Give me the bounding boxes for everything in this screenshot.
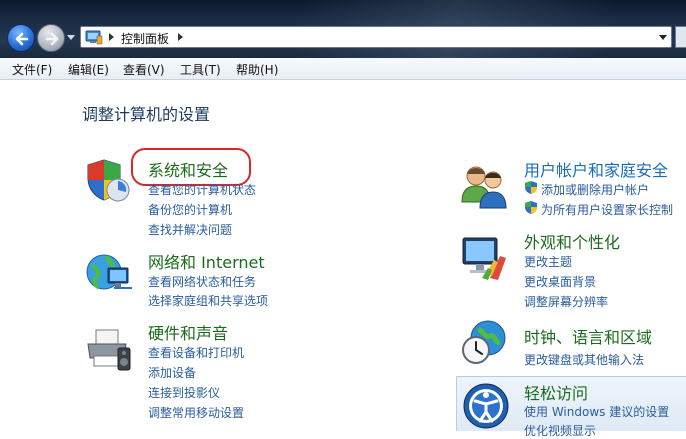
page-title: 调整计算机的设置 <box>82 105 211 124</box>
link-add-device[interactable]: 添加设备 <box>148 364 196 381</box>
category-user-accounts[interactable]: 用户帐户和家庭安全 <box>524 157 668 181</box>
link-windows-suggested-settings[interactable]: 使用 Windows 建议的设置 <box>524 403 669 420</box>
control-panel-content: 调整计算机的设置 系统和安全 查看您的计算机状态 备份您的计算机 查找并解决问题… <box>0 80 686 438</box>
link-parental-controls[interactable]: 为所有用户设置家长控制 <box>541 201 673 218</box>
link-mobility-settings[interactable]: 调整常用移动设置 <box>148 404 244 421</box>
link-homegroup-sharing[interactable]: 选择家庭组和共享选项 <box>148 292 268 309</box>
printer-speaker-icon[interactable] <box>84 326 132 374</box>
uac-shield-icon <box>525 201 537 214</box>
link-screen-resolution[interactable]: 调整屏幕分辨率 <box>524 293 608 310</box>
link-view-computer-status[interactable]: 查看您的计算机状态 <box>148 181 256 198</box>
link-network-status[interactable]: 查看网络状态和任务 <box>148 273 256 290</box>
forward-button[interactable] <box>37 24 65 52</box>
breadcrumb-separator-icon[interactable] <box>109 33 114 41</box>
breadcrumb-chevron-icon[interactable] <box>178 33 183 41</box>
users-icon[interactable] <box>460 162 508 210</box>
address-bar[interactable]: 控制面板 <box>80 26 672 48</box>
arrow-right-icon <box>45 32 59 46</box>
refresh-button[interactable] <box>675 26 686 48</box>
link-add-remove-accounts[interactable]: 添加或删除用户帐户 <box>541 181 649 198</box>
network-globe-icon[interactable] <box>84 250 132 298</box>
link-change-theme[interactable]: 更改主题 <box>524 253 572 270</box>
address-dropdown-icon[interactable] <box>659 35 667 40</box>
ease-of-access-icon[interactable] <box>462 382 510 430</box>
category-clock-language-region[interactable]: 时钟、语言和区域 <box>524 324 652 348</box>
uac-shield-icon <box>525 181 537 194</box>
category-ease-of-access[interactable]: 轻松访问 <box>524 380 588 404</box>
menu-tools[interactable]: 工具(T) <box>178 61 223 78</box>
recent-pages-dropdown[interactable] <box>67 35 75 41</box>
category-appearance[interactable]: 外观和个性化 <box>524 229 620 253</box>
appearance-monitor-icon[interactable] <box>460 234 508 282</box>
menu-file[interactable]: 文件(F) <box>10 61 54 78</box>
clock-globe-icon[interactable] <box>460 318 508 366</box>
arrow-left-icon <box>15 32 29 46</box>
category-hardware-sound[interactable]: 硬件和声音 <box>148 320 228 344</box>
breadcrumb-control-panel[interactable]: 控制面板 <box>121 30 169 47</box>
menu-view[interactable]: 查看(V) <box>121 61 167 78</box>
category-network-internet[interactable]: 网络和 Internet <box>148 249 265 273</box>
control-panel-icon <box>85 30 103 45</box>
link-troubleshoot[interactable]: 查找并解决问题 <box>148 221 232 238</box>
menu-bar: 文件(F) 编辑(E) 查看(V) 工具(T) 帮助(H) <box>0 58 686 80</box>
link-devices-printers[interactable]: 查看设备和打印机 <box>148 344 244 361</box>
back-button[interactable] <box>7 24 35 52</box>
window-title-area: 控制面板 <box>0 0 686 58</box>
link-desktop-background[interactable]: 更改桌面背景 <box>524 273 596 290</box>
system-security-shield-icon[interactable] <box>84 156 132 204</box>
menu-help[interactable]: 帮助(H) <box>234 61 280 78</box>
link-keyboard-input[interactable]: 更改键盘或其他输入法 <box>524 351 644 368</box>
link-backup-computer[interactable]: 备份您的计算机 <box>148 201 232 218</box>
menu-edit[interactable]: 编辑(E) <box>66 61 111 78</box>
link-connect-projector[interactable]: 连接到投影仪 <box>148 384 220 401</box>
